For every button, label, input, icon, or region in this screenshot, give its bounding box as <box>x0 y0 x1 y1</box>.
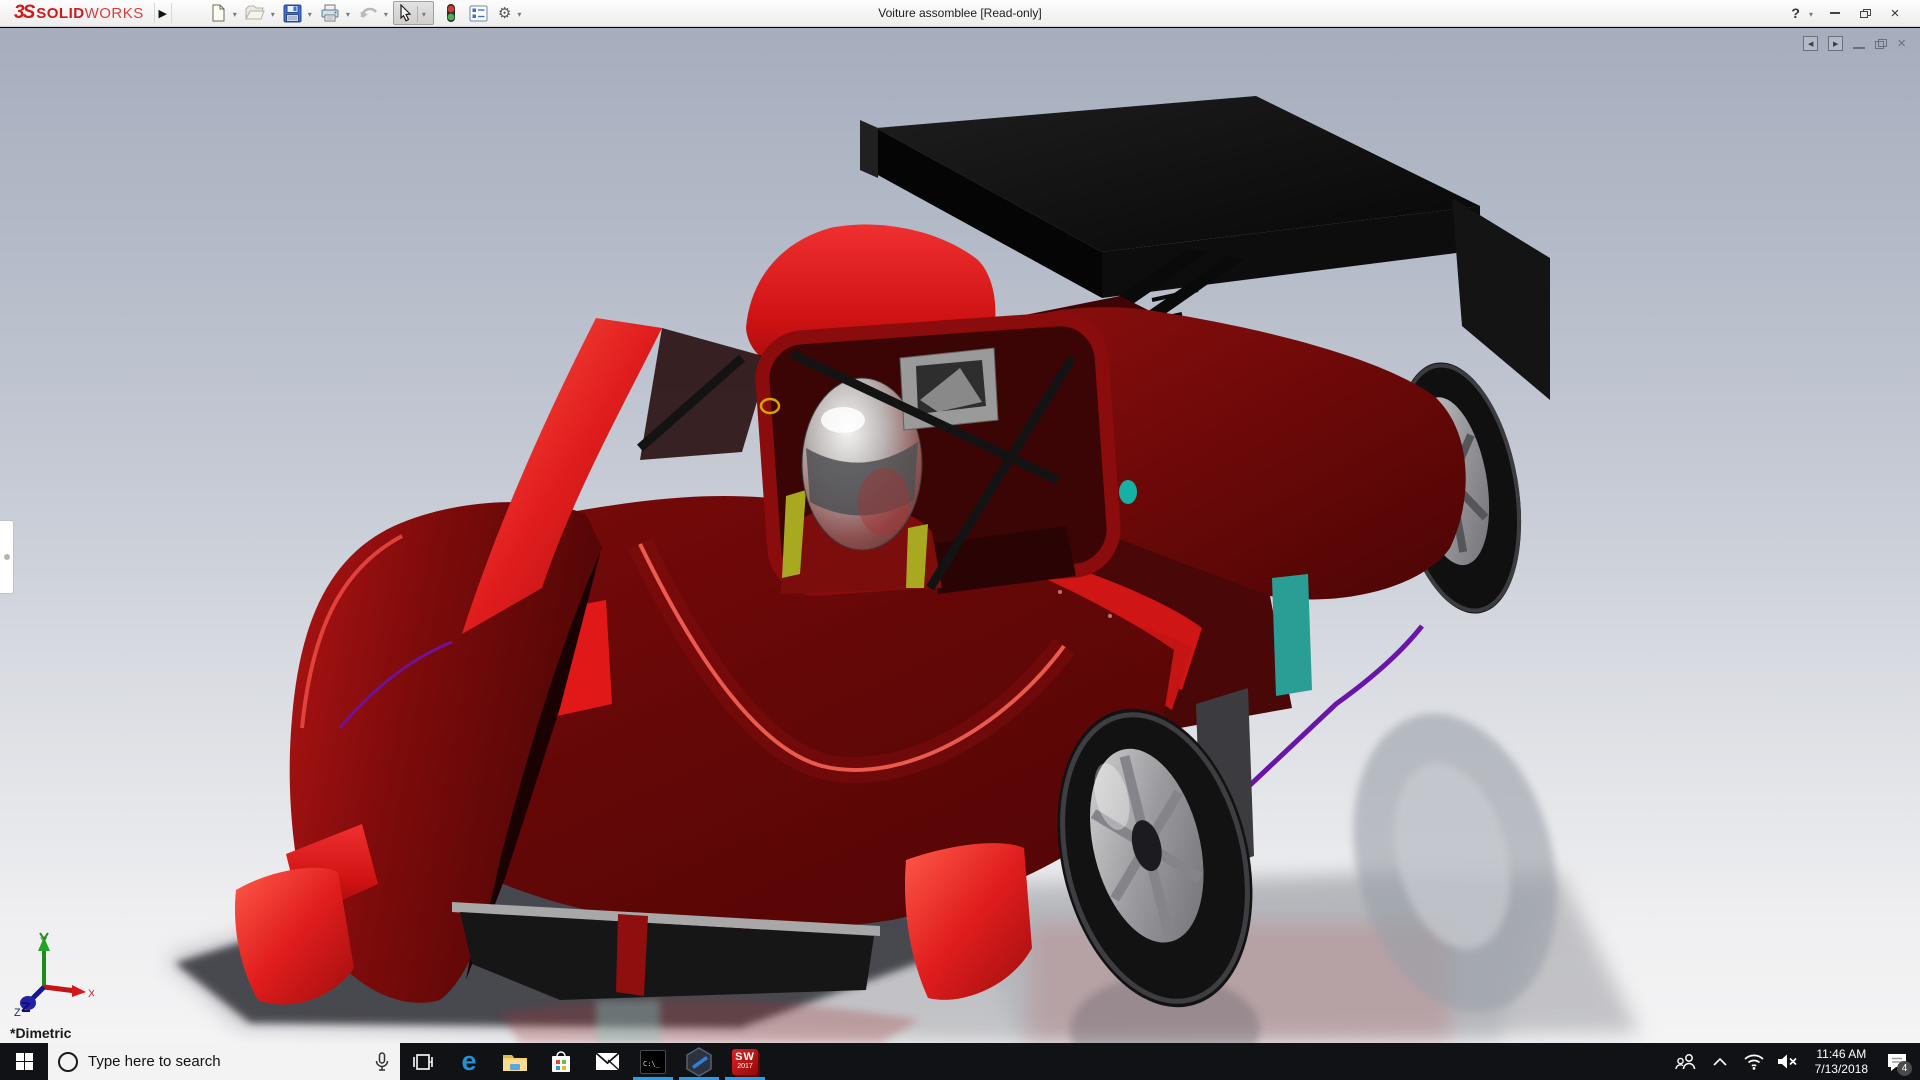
taskbar-clock[interactable]: 11:46 AM 7/13/2018 <box>1807 1047 1876 1077</box>
new-dropdown-caret-icon[interactable]: ▾ <box>233 10 237 19</box>
task-view-icon <box>413 1053 433 1071</box>
front-bumper-corner[interactable] <box>235 868 354 1005</box>
show-hidden-icons-button[interactable] <box>1705 1043 1735 1080</box>
notification-badge: 4 <box>1897 1061 1912 1076</box>
command-prompt-icon: C:\_ <box>640 1050 666 1074</box>
taskbar-app-edge[interactable]: e <box>446 1043 492 1080</box>
traffic-light-icon <box>445 3 457 23</box>
volume-muted-icon <box>1777 1053 1799 1070</box>
save-floppy-icon <box>283 4 302 23</box>
orientation-triad[interactable]: X Y Z <box>14 931 94 1017</box>
undo-button[interactable] <box>355 1 381 25</box>
print-dropdown-caret-icon[interactable]: ▾ <box>346 10 350 19</box>
document-title: Voiture assomblee [Read-only] <box>878 6 1041 20</box>
mail-icon <box>595 1052 620 1071</box>
solidworks-2017-icon: SW2017 <box>732 1049 758 1075</box>
search-placeholder-text: Type here to search <box>88 1053 364 1070</box>
open-folder-icon <box>245 4 265 22</box>
quick-access-toolbar: ▾ ▾ ▾ ▾ ▾ ▾ ⚙ ▾ <box>206 0 527 27</box>
feature-manager-collapsed-tab[interactable] <box>0 520 14 594</box>
options-list-icon <box>469 5 488 22</box>
action-center-button[interactable]: 4 <box>1880 1043 1914 1080</box>
help-dropdown-caret-icon[interactable]: ▾ <box>1809 10 1813 19</box>
open-dropdown-caret-icon[interactable]: ▾ <box>271 10 275 19</box>
save-dropdown-caret-icon[interactable]: ▾ <box>308 10 312 19</box>
volume-button[interactable] <box>1773 1043 1803 1080</box>
close-button[interactable]: × <box>1882 3 1908 23</box>
printer-icon <box>320 4 340 23</box>
save-button[interactable] <box>280 1 305 25</box>
doc-close-button[interactable]: × <box>1897 39 1906 49</box>
view-orientation-label: *Dimetric <box>10 1025 71 1041</box>
people-icon <box>1675 1053 1697 1071</box>
taskbar-app-command-prompt[interactable]: C:\_ <box>630 1043 676 1080</box>
hexagon-app-icon <box>685 1047 713 1077</box>
clock-date: 7/13/2018 <box>1815 1062 1868 1077</box>
window-controls: ? ▾ × <box>1789 3 1920 23</box>
minimize-icon <box>1830 12 1840 14</box>
graphics-viewport[interactable]: ◀ ▶ × <box>0 28 1920 1043</box>
new-document-icon <box>209 4 227 22</box>
doc-minimize-button[interactable] <box>1853 47 1865 49</box>
brand-solid-text: SOLID <box>36 5 84 22</box>
triad-z-label: Z <box>14 1007 21 1017</box>
undo-dropdown-caret-icon[interactable]: ▾ <box>384 10 388 19</box>
wifi-icon <box>1743 1053 1765 1070</box>
select-dropdown-caret-icon[interactable]: ▾ <box>417 6 426 22</box>
edge-icon: e <box>461 1048 476 1075</box>
extinguisher-nozzle[interactable] <box>1119 480 1137 504</box>
chevron-up-icon <box>1713 1058 1727 1066</box>
windows-taskbar: Type here to search e C:\_ SW2017 <box>0 1043 1920 1080</box>
triad-y-label: Y <box>40 936 48 948</box>
windows-logo-icon <box>16 1053 33 1070</box>
taskbar-app-solidworks[interactable]: SW2017 <box>722 1043 768 1080</box>
new-document-button[interactable] <box>206 1 230 25</box>
taskbar-app-edrawings[interactable] <box>676 1043 722 1080</box>
settings-button[interactable]: ⚙ <box>495 1 514 25</box>
next-document-button[interactable]: ▶ <box>1828 36 1843 51</box>
minimize-button[interactable] <box>1822 3 1848 23</box>
select-tool-button[interactable]: ▾ <box>393 1 434 25</box>
restore-icon <box>1860 9 1871 18</box>
restore-button[interactable] <box>1852 3 1878 23</box>
app-titlebar: 3S SOLIDWORKS ▶ ▾ ▾ ▾ ▾ ▾ ▾ ⚙ ▾ Voit <box>0 0 1920 27</box>
rear-view-mirror[interactable] <box>900 348 998 430</box>
document-window-controls: ◀ ▶ × <box>1803 36 1906 51</box>
prev-document-button[interactable]: ◀ <box>1803 36 1818 51</box>
panel-tab-dot-icon <box>4 554 10 560</box>
microphone-icon[interactable] <box>374 1052 390 1072</box>
car-3d-model-scene[interactable] <box>0 28 1920 1043</box>
taskbar-search-box[interactable]: Type here to search <box>48 1043 400 1080</box>
task-view-button[interactable] <box>400 1043 446 1080</box>
taskbar-app-store[interactable] <box>538 1043 584 1080</box>
solidworks-logo: 3S SOLIDWORKS <box>0 2 154 24</box>
select-cursor-icon <box>396 4 414 23</box>
cortana-icon <box>58 1052 78 1072</box>
system-tray: 11:46 AM 7/13/2018 4 <box>1671 1043 1920 1080</box>
settings-dropdown-caret-icon[interactable]: ▾ <box>517 10 521 19</box>
undo-arrow-icon <box>358 4 378 22</box>
stoplight-button[interactable] <box>442 1 460 25</box>
help-button[interactable]: ? <box>1789 5 1802 21</box>
close-icon: × <box>1891 5 1900 22</box>
gear-icon: ⚙ <box>498 4 511 22</box>
triad-x-label: X <box>88 988 94 1000</box>
brand-works-text: WORKS <box>85 5 144 22</box>
clock-time: 11:46 AM <box>1816 1047 1866 1062</box>
taskbar-app-file-explorer[interactable] <box>492 1043 538 1080</box>
network-button[interactable] <box>1739 1043 1769 1080</box>
side-intake-panel[interactable] <box>1272 574 1312 696</box>
open-document-button[interactable] <box>242 1 268 25</box>
print-button[interactable] <box>317 1 343 25</box>
taskbar-app-mail[interactable] <box>584 1043 630 1080</box>
file-explorer-icon <box>502 1051 528 1073</box>
menu-flyout-arrow-icon[interactable]: ▶ <box>154 3 172 23</box>
start-button[interactable] <box>0 1043 48 1080</box>
dassault-logo-icon: 3S <box>14 2 33 24</box>
display-options-button[interactable] <box>466 1 491 25</box>
people-button[interactable] <box>1671 1043 1701 1080</box>
doc-restore-button[interactable] <box>1875 39 1887 49</box>
microsoft-store-icon <box>550 1050 572 1074</box>
